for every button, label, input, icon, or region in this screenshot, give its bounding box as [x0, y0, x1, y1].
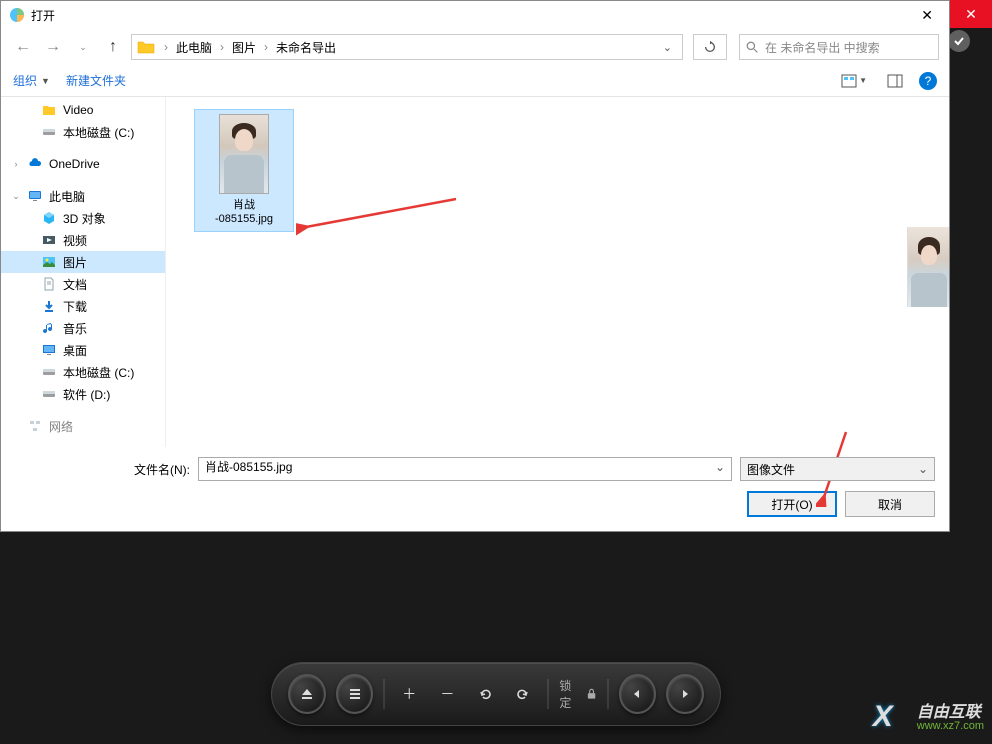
search-icon [746, 41, 759, 54]
prev-button[interactable] [619, 674, 657, 714]
search-input[interactable]: 在 未命名导出 中搜索 [739, 34, 939, 60]
help-button[interactable]: ? [919, 72, 937, 90]
sidebar-item-music[interactable]: 音乐 [1, 317, 165, 339]
folder-icon [136, 37, 156, 57]
watermark-brand: 自由互联 [917, 705, 984, 721]
lock-toggle[interactable]: 锁定 [559, 677, 596, 711]
toolbar: 组织 ▼ 新建文件夹 ▼ ? [1, 65, 949, 97]
file-list[interactable]: 肖战-085155.jpg [166, 97, 949, 447]
lock-icon [586, 688, 597, 700]
file-type-filter[interactable]: 图像文件 [740, 457, 935, 481]
breadcrumb-current[interactable]: 未命名导出 [272, 37, 340, 58]
zoom-in-button[interactable]: ＋ [395, 679, 423, 709]
search-placeholder: 在 未命名导出 中搜索 [765, 39, 880, 56]
zoom-out-button[interactable]: － [433, 679, 461, 709]
navbar: ← → ⌄ ↑ › 此电脑 › 图片 › 未命名导出 ⌄ 在 未命名导出 中搜索 [1, 29, 949, 65]
breadcrumb-bar[interactable]: › 此电脑 › 图片 › 未命名导出 ⌄ [131, 34, 683, 60]
view-mode-button[interactable]: ▼ [837, 72, 871, 90]
redo-button[interactable] [509, 679, 537, 709]
watermark-url: www.xz7.com [917, 721, 984, 732]
sidebar-item-pictures[interactable]: 图片 [1, 251, 165, 273]
file-item[interactable]: 肖战-085155.jpg [194, 109, 294, 232]
next-button[interactable] [666, 674, 704, 714]
dialog-footer: 文件名(N): 肖战-085155.jpg 图像文件 打开(O) 取消 [1, 447, 949, 531]
recent-dropdown[interactable]: ⌄ [71, 35, 95, 59]
sidebar-item-local-c2[interactable]: 本地磁盘 (C:) [1, 361, 165, 383]
chevron-right-icon: › [11, 159, 21, 169]
cancel-button[interactable]: 取消 [845, 491, 935, 517]
watermark: X 自由互联 www.xz7.com [873, 700, 984, 736]
file-name: 肖战-085155.jpg [199, 198, 289, 227]
watermark-logo-icon: X [873, 700, 893, 733]
new-folder-button[interactable]: 新建文件夹 [66, 72, 126, 89]
filename-input[interactable]: 肖战-085155.jpg [198, 457, 732, 481]
breadcrumb-pictures[interactable]: 图片 [228, 37, 260, 58]
dialog-title: 打开 [31, 7, 55, 24]
menu-button[interactable] [336, 674, 374, 714]
chevron-down-icon: ⌄ [11, 191, 21, 202]
back-button[interactable]: ← [11, 35, 35, 59]
sidebar-item-this-pc[interactable]: ⌄此电脑 [1, 185, 165, 207]
sidebar: Video 本地磁盘 (C:) ›OneDrive ⌄此电脑 3D 对象 视频 … [1, 97, 166, 447]
sidebar-item-software-d[interactable]: 软件 (D:) [1, 383, 165, 405]
undo-button[interactable] [471, 679, 499, 709]
chevron-right-icon: › [220, 40, 224, 54]
titlebar: 打开 ✕ [1, 1, 949, 29]
open-button[interactable]: 打开(O) [747, 491, 837, 517]
background-close-button[interactable]: ✕ [950, 0, 992, 28]
breadcrumb-dropdown-icon[interactable]: ⌄ [657, 39, 678, 56]
chevron-down-icon: ▼ [859, 76, 867, 85]
app-icon [9, 7, 25, 23]
chevron-down-icon: ▼ [41, 76, 50, 86]
sidebar-item-local-c[interactable]: 本地磁盘 (C:) [1, 121, 165, 143]
sidebar-item-desktop[interactable]: 桌面 [1, 339, 165, 361]
breadcrumb-root[interactable]: 此电脑 [172, 37, 216, 58]
player-toolbar: ＋ － 锁定 [271, 662, 721, 726]
filename-label: 文件名(N): [15, 461, 190, 478]
preview-pane-button[interactable] [883, 72, 907, 90]
close-icon[interactable]: ✕ [913, 7, 941, 24]
preview-pane-thumbnail [907, 227, 949, 307]
sidebar-item-videos[interactable]: 视频 [1, 229, 165, 251]
sidebar-item-downloads[interactable]: 下载 [1, 295, 165, 317]
refresh-button[interactable] [693, 34, 727, 60]
organize-button[interactable]: 组织 ▼ [13, 72, 50, 89]
chevron-right-icon: › [264, 40, 268, 54]
up-button[interactable]: ↑ [101, 35, 125, 59]
sidebar-item-video[interactable]: Video [1, 99, 165, 121]
sidebar-item-3d-objects[interactable]: 3D 对象 [1, 207, 165, 229]
chevron-right-icon: › [164, 40, 168, 54]
annotation-arrow [296, 197, 466, 237]
file-thumbnail [219, 114, 269, 194]
sidebar-item-documents[interactable]: 文档 [1, 273, 165, 295]
sidebar-item-onedrive[interactable]: ›OneDrive [1, 153, 165, 175]
background-check-button[interactable] [948, 30, 970, 52]
forward-button: → [41, 35, 65, 59]
eject-button[interactable] [288, 674, 326, 714]
sidebar-item-network[interactable]: 网络 [1, 415, 165, 437]
open-file-dialog: 打开 ✕ ← → ⌄ ↑ › 此电脑 › 图片 › 未命名导出 ⌄ 在 未 [0, 0, 950, 532]
